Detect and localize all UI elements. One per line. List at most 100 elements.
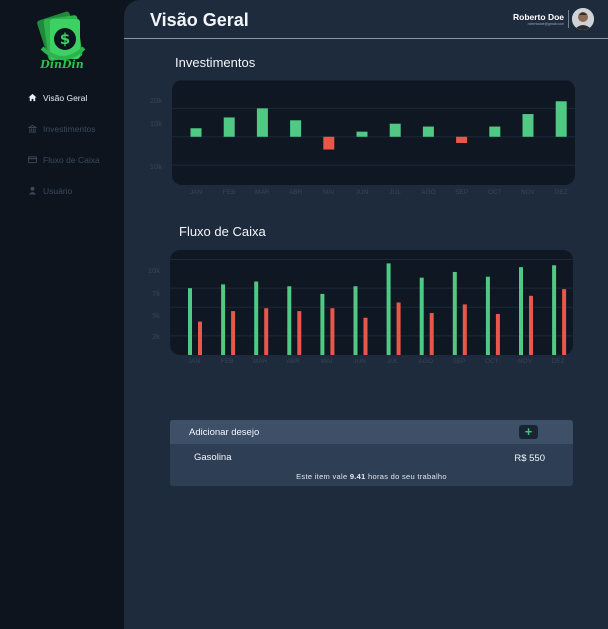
y-tick: 10k — [147, 266, 160, 275]
sidebar-item-investimentos[interactable]: Investimentos — [28, 121, 100, 136]
expense-bar-sep — [462, 304, 467, 355]
avatar[interactable] — [572, 8, 594, 30]
bar-nov — [522, 114, 534, 137]
bar-mar — [256, 108, 268, 137]
income-bar-dez — [552, 265, 557, 355]
income-bar-sep — [452, 271, 457, 355]
income-bar-feb — [221, 284, 226, 355]
avatar-photo-icon — [572, 8, 594, 30]
user-email: robertodoe@gmail.com — [527, 22, 564, 26]
fluxo-title: Fluxo de Caixa — [179, 224, 266, 239]
expense-bar-jan — [198, 321, 202, 355]
x-tick-mar: MAR — [255, 189, 270, 196]
bar-jul — [389, 123, 401, 137]
x-tick-ago: AGO — [421, 189, 436, 196]
card-icon — [28, 156, 37, 164]
x-tick-jul: JUL — [386, 358, 399, 365]
bank-icon — [28, 124, 37, 133]
expense-bar-jun — [363, 317, 368, 355]
user-separator — [568, 10, 569, 28]
income-bar-jul — [386, 263, 391, 355]
x-tick-nov: NOV — [517, 358, 533, 365]
x-tick-nov: NOV — [520, 189, 536, 196]
investimentos-chart — [172, 79, 575, 166]
expense-bar-dez — [562, 289, 567, 355]
sidebar-item-visao-geral[interactable]: Visão Geral — [28, 90, 100, 105]
x-tick-abr: ABR — [288, 189, 303, 196]
wish-hours: 9.41 — [349, 472, 366, 481]
sidebar-item-usuario[interactable]: Usuário — [28, 183, 100, 198]
bar-dez — [555, 101, 567, 137]
expense-bar-feb — [231, 311, 236, 355]
sidebar-item-label: Investimentos — [43, 123, 96, 134]
x-tick-mai: MAI — [323, 189, 335, 196]
x-tick-oct: OCT — [485, 358, 499, 365]
sidebar-item-label: Visão Geral — [43, 92, 88, 103]
expense-bar-mar — [264, 308, 269, 355]
expense-bar-jul — [396, 302, 401, 355]
sidebar-item-fluxo-de-caixa[interactable]: Fluxo de Caixa — [28, 152, 100, 167]
y-tick: 2k — [152, 332, 160, 341]
wish-item-price: R$ 550 — [514, 453, 545, 464]
bar-abr — [290, 120, 302, 137]
user-name: Roberto Doe — [513, 12, 564, 22]
bar-oct — [489, 126, 501, 137]
x-tick-oct: OCT — [487, 189, 502, 196]
x-tick-jan: JAN — [187, 358, 201, 365]
expense-bar-nov — [529, 295, 533, 355]
bar-ago — [422, 126, 434, 137]
page-title: Visão Geral — [150, 10, 249, 30]
bar-feb — [223, 117, 235, 137]
x-tick-sep: SEP — [455, 189, 469, 196]
income-bar-jun — [353, 286, 358, 355]
x-tick-jul: JUL — [389, 189, 401, 196]
income-bar-oct — [485, 276, 490, 355]
income-bar-mai — [320, 293, 325, 355]
x-tick-jun: JUN — [353, 358, 366, 365]
x-tick-jan: JAN — [189, 189, 203, 196]
wishlist-header: Adicionar desejo + — [170, 420, 573, 444]
x-tick-dez: DEZ — [551, 358, 565, 365]
fluxo-chart-card — [170, 250, 573, 355]
x-tick-mai: MAI — [320, 358, 333, 365]
bar-sep — [456, 136, 468, 143]
expense-bar-ago — [429, 313, 434, 355]
wish-item-note: Este item vale 9.41 horas do seu trabalh… — [296, 472, 447, 481]
y-tick: 7k — [152, 289, 160, 298]
x-tick-dez: DEZ — [554, 189, 568, 196]
add-wish-button[interactable]: + — [519, 425, 538, 439]
income-bar-abr — [287, 286, 292, 355]
bar-jun — [356, 131, 368, 137]
sidebar-item-label: Fluxo de Caixa — [43, 154, 100, 165]
wish-item-name: Gasolina — [194, 452, 232, 463]
investimentos-chart-card — [172, 79, 575, 185]
x-tick-feb: FEB — [222, 189, 236, 196]
svg-text:$: $ — [60, 30, 70, 48]
income-bar-jan — [188, 288, 192, 355]
x-tick-ago: AGO — [418, 358, 433, 365]
y-tick: 10k — [149, 162, 162, 171]
y-tick: 20k — [149, 96, 162, 105]
x-tick-jun: JUN — [355, 189, 369, 196]
home-icon — [28, 93, 37, 102]
sidebar-item-label: Usuário — [43, 185, 73, 196]
x-tick-sep: SEP — [452, 358, 466, 365]
income-bar-nov — [519, 267, 523, 355]
wishlist-title: Adicionar desejo — [189, 427, 260, 438]
bar-jan — [190, 128, 202, 137]
wishlist-card: Adicionar desejo + Gasolina R$ 550 Este … — [170, 420, 573, 486]
income-bar-ago — [419, 277, 424, 355]
investimentos-title: Investimentos — [175, 55, 256, 70]
x-tick-mar: MAR — [252, 358, 268, 365]
user-profile[interactable]: Roberto Doe robertodoe@gmail.com — [513, 8, 594, 30]
income-bar-mar — [254, 281, 259, 355]
header-divider — [124, 38, 608, 39]
x-tick-abr: ABR — [286, 358, 300, 365]
y-tick: 5k — [152, 311, 160, 320]
logo-text: DinDin — [40, 58, 84, 71]
y-tick: 10k — [149, 119, 162, 128]
fluxo-chart — [170, 259, 573, 355]
sidebar: $ DinDin Visão Geral Investimentos Fluxo… — [0, 0, 124, 629]
x-tick-feb: FEB — [220, 358, 234, 365]
expense-bar-oct — [495, 313, 500, 355]
